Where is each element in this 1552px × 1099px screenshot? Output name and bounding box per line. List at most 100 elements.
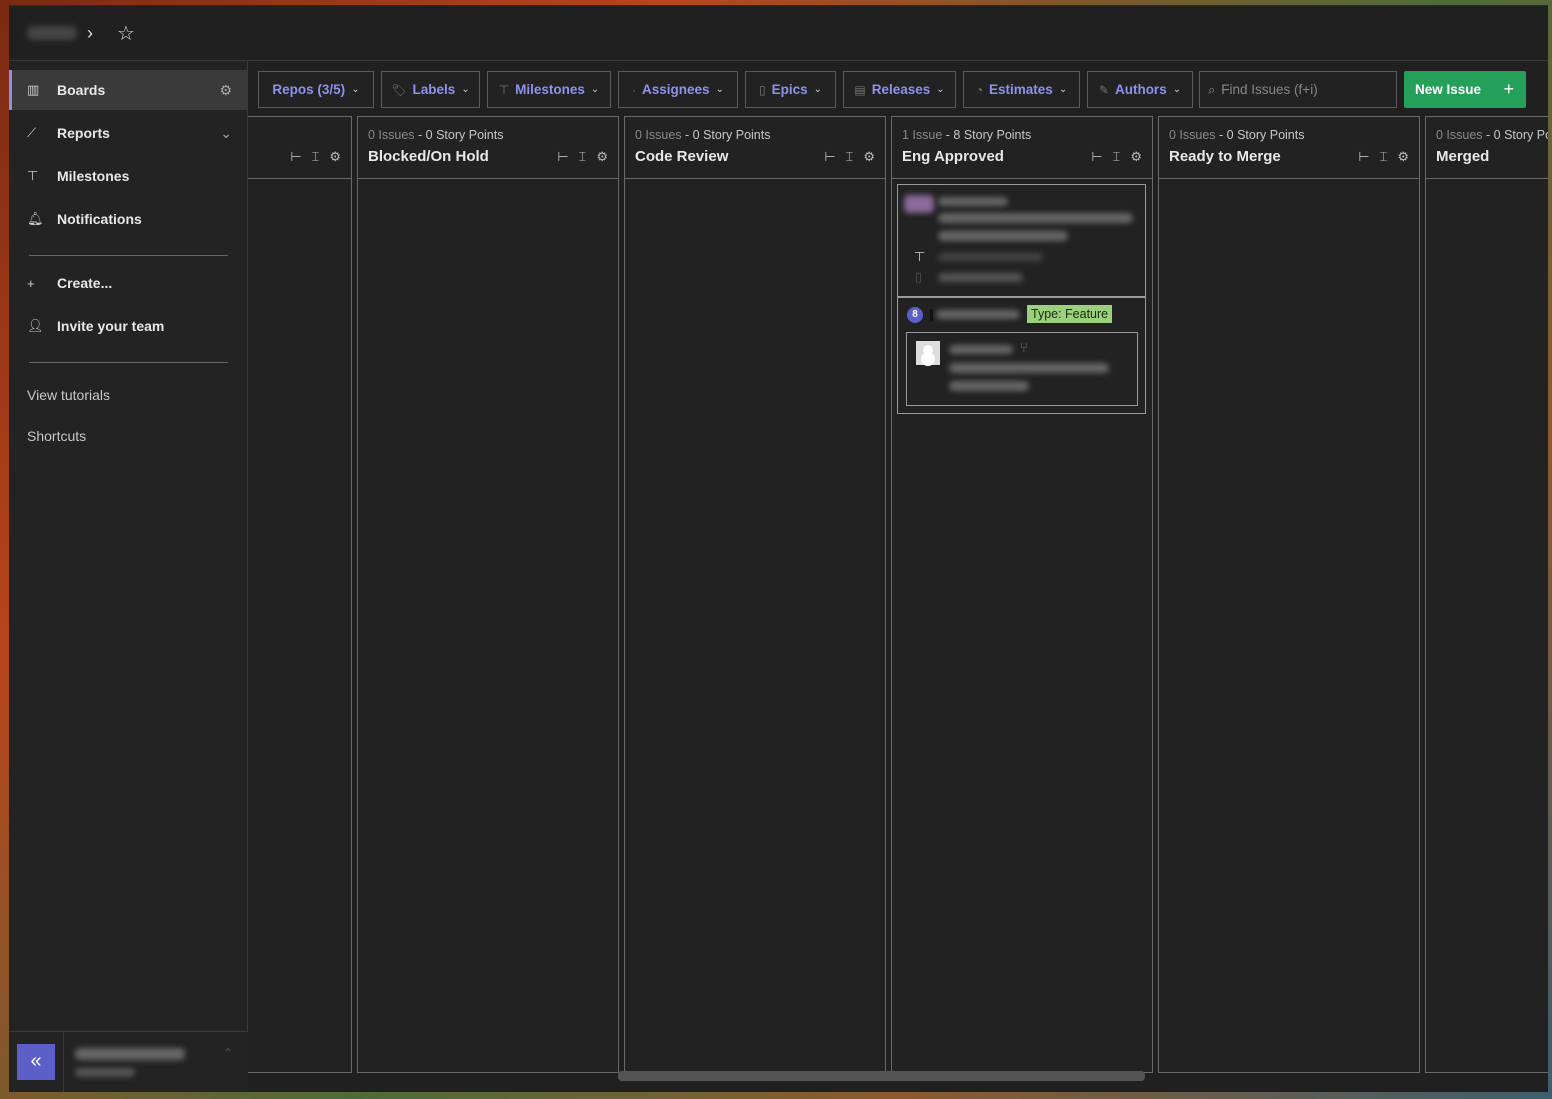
chevron-down-icon: ⌄ bbox=[1058, 84, 1068, 95]
chevron-right-icon: › bbox=[87, 23, 93, 43]
labels-filter-button[interactable]: 🏷︎ Labels ⌄ bbox=[381, 71, 480, 108]
column-title: Blocked/On Hold bbox=[368, 148, 489, 165]
issue-card[interactable]: ⑂ bbox=[906, 332, 1138, 406]
gear-icon[interactable]: ⚙ bbox=[219, 82, 232, 99]
epic-card[interactable]: 8 Type: Feature ⑂ bbox=[897, 297, 1146, 414]
issue-card[interactable]: ⊤ ▯ bbox=[897, 184, 1146, 297]
type-feature-label[interactable]: Type: Feature bbox=[1027, 305, 1113, 323]
gear-icon[interactable]: ⚙ bbox=[1397, 149, 1409, 165]
epics-filter-label: Epics bbox=[771, 82, 808, 97]
column-header: 1 Issue - 8 Story Points Eng Approved ⊢ … bbox=[892, 117, 1152, 179]
epic-icon: ▯ bbox=[758, 82, 766, 97]
chevron-down-icon: ⌄ bbox=[1172, 84, 1182, 95]
avatar-blurred bbox=[904, 195, 934, 213]
gear-icon[interactable]: ⚙ bbox=[596, 149, 608, 165]
gear-icon[interactable]: ⚙ bbox=[1130, 149, 1142, 165]
column-stats: 0 Issues - 0 Story Points bbox=[1436, 128, 1548, 142]
issue-count: 1 Issue bbox=[902, 128, 943, 142]
board: ⊢ ⌶ ⚙ 0 Issues - 0 Story Points Blocked/… bbox=[248, 116, 1548, 1073]
assignees-filter-label: Assignees bbox=[642, 82, 710, 97]
expand-column-icon[interactable]: ⌶ bbox=[846, 149, 854, 165]
collapse-sidebar-button[interactable]: « bbox=[17, 1044, 55, 1080]
milestone-name-blurred bbox=[938, 253, 1043, 261]
milestones-filter-button[interactable]: ⊤ Milestones ⌄ bbox=[487, 71, 611, 108]
sidebar-footer: « ⌃ bbox=[9, 1031, 248, 1092]
column-title: Merged bbox=[1436, 148, 1490, 165]
column-actions: ⊢ ⌶ ⚙ bbox=[1091, 149, 1142, 165]
chevron-down-icon: ⌄ bbox=[813, 84, 823, 95]
milestone-icon: ⊤ bbox=[27, 168, 39, 183]
releases-filter-label: Releases bbox=[871, 82, 931, 97]
pencil-icon: ✎ bbox=[1098, 82, 1109, 97]
issue-title-blurred bbox=[949, 363, 1109, 373]
pull-request-icon: ⑂ bbox=[1020, 340, 1028, 355]
shortcuts-link[interactable]: Shortcuts bbox=[27, 428, 86, 444]
search-box[interactable]: ⌕ bbox=[1199, 71, 1397, 108]
sidebar-item-milestones[interactable]: ⊤ Milestones bbox=[9, 156, 248, 196]
milestone-icon: ⊤ bbox=[914, 249, 926, 264]
collapse-column-icon[interactable]: ⊢ bbox=[824, 149, 835, 165]
story-points: 0 Story Points bbox=[692, 128, 771, 142]
sidebar-item-reports[interactable]: ⟋ Reports ⌄ bbox=[9, 113, 248, 153]
board-column-blocked: 0 Issues - 0 Story Points Blocked/On Hol… bbox=[357, 116, 619, 1073]
issue-title-blurred bbox=[949, 381, 1029, 391]
chevron-down-icon[interactable]: ⌄ bbox=[220, 125, 232, 142]
person-icon: · bbox=[632, 82, 637, 97]
sidebar-item-invite[interactable]: 👤︎ Invite your team bbox=[9, 306, 248, 346]
new-issue-button[interactable]: New Issue + bbox=[1404, 71, 1526, 108]
view-tutorials-link[interactable]: View tutorials bbox=[27, 387, 110, 403]
sidebar-item-label: Create... bbox=[57, 275, 113, 291]
sidebar-item-label: Boards bbox=[57, 82, 106, 98]
search-icon: ⌕ bbox=[1208, 81, 1216, 97]
collapse-column-icon[interactable]: ⊢ bbox=[1358, 149, 1369, 165]
epics-filter-button[interactable]: ▯ Epics ⌄ bbox=[745, 71, 836, 108]
expand-column-icon[interactable]: ⌶ bbox=[579, 149, 587, 165]
expand-column-icon[interactable]: ⌶ bbox=[312, 149, 320, 165]
user-name-blurred[interactable] bbox=[75, 1048, 185, 1060]
releases-filter-button[interactable]: ▤ Releases ⌄ bbox=[843, 71, 956, 108]
board-column: ⊢ ⌶ ⚙ bbox=[248, 116, 352, 1073]
issue-count: 0 Issues bbox=[1169, 128, 1216, 142]
column-header: 0 Issues - 0 Story Points Blocked/On Hol… bbox=[358, 117, 618, 179]
authors-filter-button[interactable]: ✎ Authors ⌄ bbox=[1087, 71, 1193, 108]
horizontal-scrollbar[interactable] bbox=[618, 1071, 1145, 1081]
sidebar-item-create[interactable]: + Create... bbox=[9, 263, 248, 303]
issue-title-blurred bbox=[938, 213, 1133, 223]
collapse-column-icon[interactable]: ⊢ bbox=[290, 149, 301, 165]
column-header: 0 Issues - 0 Story Points Code Review ⊢ … bbox=[625, 117, 885, 179]
repos-filter-button[interactable]: Repos (3/5) ⌄ bbox=[258, 71, 374, 108]
gear-icon[interactable]: ⚙ bbox=[863, 149, 875, 165]
sidebar-item-notifications[interactable]: 🔔︎ Notifications bbox=[9, 199, 248, 239]
expand-column-icon[interactable]: ⌶ bbox=[1113, 149, 1121, 165]
sidebar: ▥ Boards ⚙ ⟋ Reports ⌄ ⊤ Milestones 🔔︎ N… bbox=[9, 61, 248, 1092]
issue-title-blurred bbox=[938, 231, 1068, 241]
collapse-column-icon[interactable]: ⊢ bbox=[1091, 149, 1102, 165]
release-icon: ▤ bbox=[854, 82, 866, 97]
chevron-down-icon: ⌄ bbox=[351, 84, 360, 95]
milestones-filter-label: Milestones bbox=[515, 82, 585, 97]
star-icon[interactable]: ☆ bbox=[117, 21, 135, 46]
tag-icon: 🏷︎ bbox=[391, 82, 407, 97]
board-column-eng-approved: 1 Issue - 8 Story Points Eng Approved ⊢ … bbox=[891, 116, 1153, 1073]
collapse-column-icon[interactable]: ⊢ bbox=[557, 149, 568, 165]
column-actions: ⊢ ⌶ ⚙ bbox=[824, 149, 875, 165]
assignees-filter-button[interactable]: · Assignees ⌄ bbox=[618, 71, 738, 108]
column-actions: ⊢ ⌶ ⚙ bbox=[1358, 149, 1409, 165]
search-input[interactable] bbox=[1221, 82, 1382, 97]
board-column-ready-to-merge: 0 Issues - 0 Story Points Ready to Merge… bbox=[1158, 116, 1420, 1073]
divider bbox=[930, 309, 933, 321]
chevron-up-icon[interactable]: ⌃ bbox=[223, 1046, 233, 1060]
board-column-merged: 0 Issues - 0 Story Points Merged bbox=[1425, 116, 1548, 1073]
sidebar-item-label: Notifications bbox=[57, 211, 142, 227]
chevron-down-icon: ⌄ bbox=[715, 84, 724, 95]
estimates-filter-button[interactable]: ◔ Estimates ⌄ bbox=[963, 71, 1080, 108]
org-name-blurred[interactable] bbox=[27, 26, 77, 40]
story-points-badge: 8 bbox=[907, 307, 923, 323]
chevron-down-icon: ⌄ bbox=[590, 84, 600, 95]
sidebar-item-label: Invite your team bbox=[57, 318, 165, 334]
gear-icon[interactable]: ⚙ bbox=[329, 149, 341, 165]
sidebar-item-boards[interactable]: ▥ Boards ⚙ bbox=[9, 70, 248, 110]
divider bbox=[29, 255, 228, 256]
expand-column-icon[interactable]: ⌶ bbox=[1380, 149, 1388, 165]
column-title: Code Review bbox=[635, 148, 729, 165]
